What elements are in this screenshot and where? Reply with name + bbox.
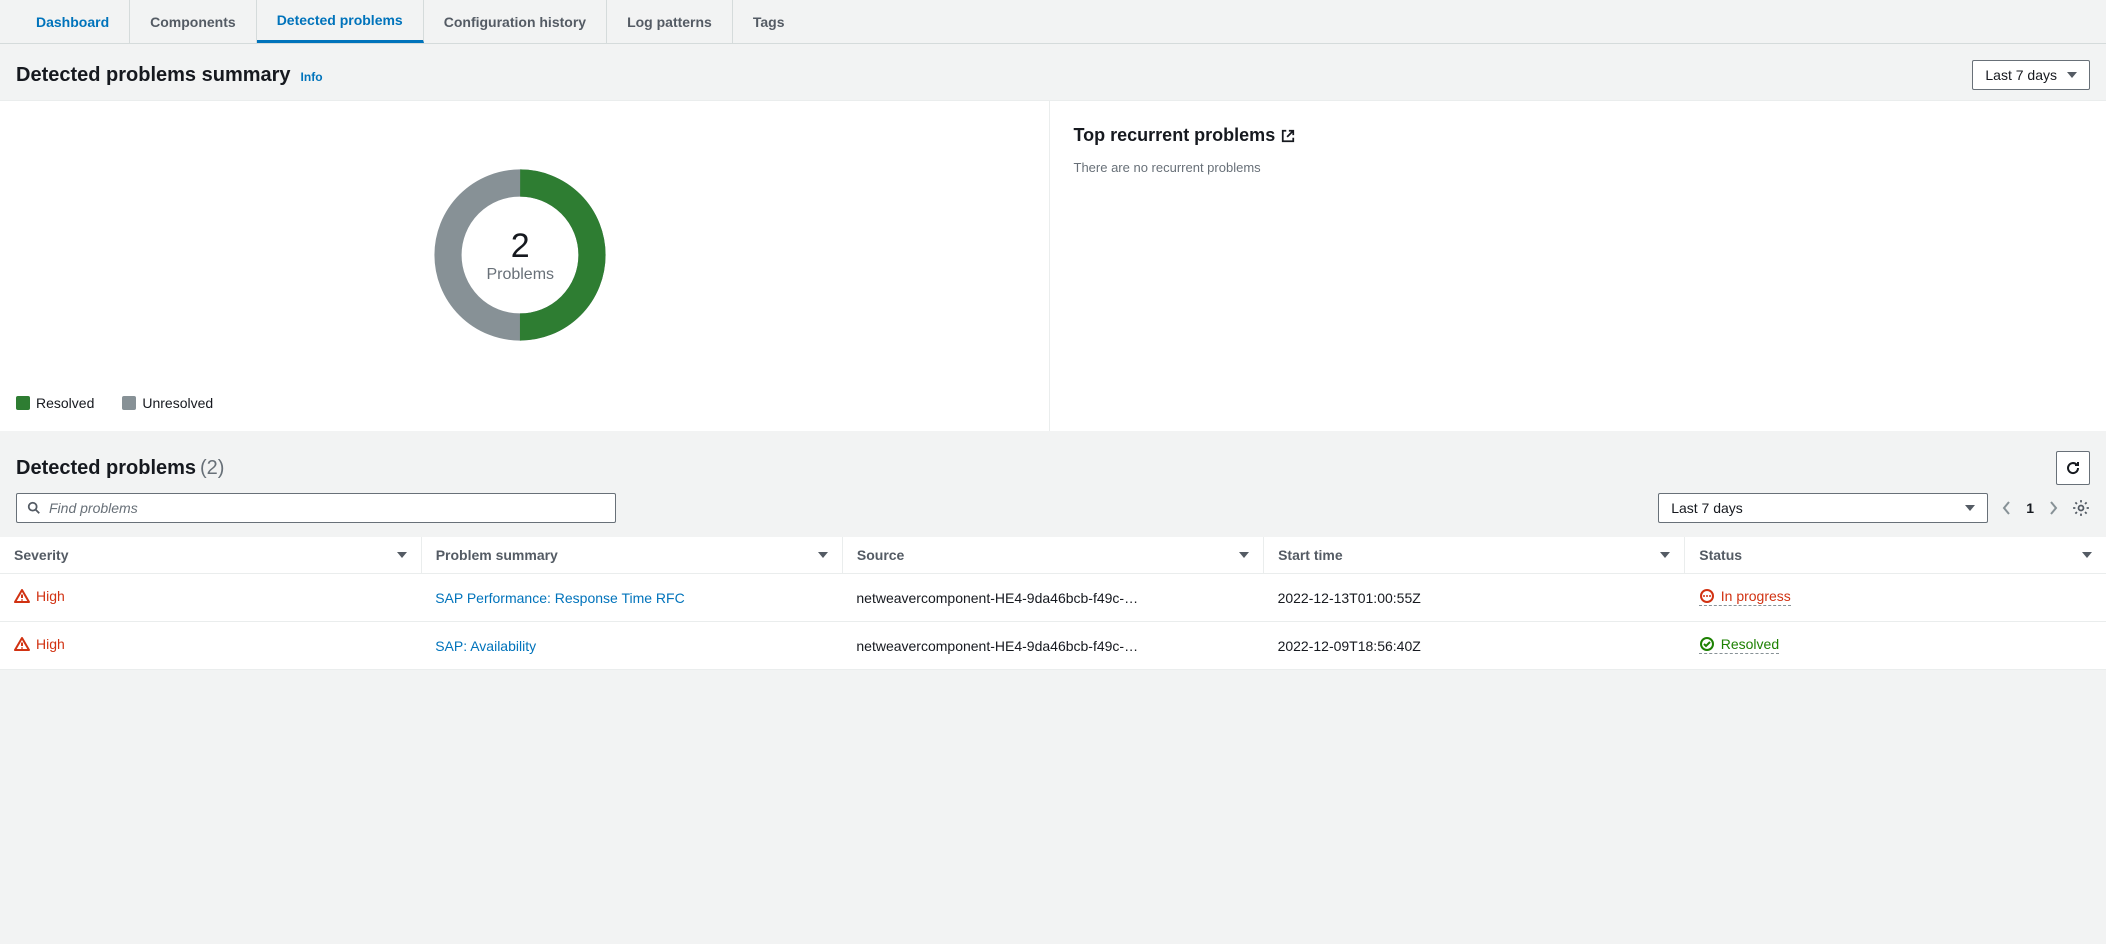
severity-cell: High — [14, 636, 65, 652]
search-icon — [27, 501, 41, 515]
col-severity[interactable]: Severity — [0, 537, 421, 574]
recurrent-panel: Top recurrent problems There are no recu… — [1049, 101, 2106, 431]
start-time-cell: 2022-12-09T18:56:40Z — [1264, 622, 1685, 670]
legend-unresolved: Unresolved — [122, 395, 213, 411]
sort-icon — [397, 552, 407, 558]
filter-time-range-dropdown[interactable]: Last 7 days — [1658, 493, 1988, 523]
problem-summary-link[interactable]: SAP: Availability — [435, 638, 536, 654]
summary-panel: 2 Problems Resolved Unresolved Top recur… — [0, 101, 2106, 431]
tab-components[interactable]: Components — [130, 0, 257, 43]
sort-icon — [2082, 552, 2092, 558]
col-source[interactable]: Source — [842, 537, 1263, 574]
summary-title: Detected problems summary — [16, 64, 291, 87]
col-start[interactable]: Start time — [1264, 537, 1685, 574]
severity-cell: High — [14, 588, 65, 604]
col-status-label: Status — [1699, 547, 1742, 563]
page-number: 1 — [2026, 500, 2034, 516]
col-status[interactable]: Status — [1685, 537, 2106, 574]
sort-icon — [818, 552, 828, 558]
recurrent-empty-text: There are no recurrent problems — [1074, 160, 2083, 175]
refresh-icon — [2065, 460, 2081, 476]
caret-down-icon — [2067, 72, 2077, 78]
summary-header: Detected problems summary Info Last 7 da… — [0, 44, 2106, 101]
table-row: High SAP Performance: Response Time RFC ne… — [0, 574, 2106, 622]
problems-count: (2) — [200, 457, 224, 479]
legend-unresolved-label: Unresolved — [142, 395, 213, 411]
problems-title: Detected problems — [16, 457, 196, 479]
legend-swatch-resolved — [16, 396, 30, 410]
donut-center: 2 Problems — [486, 227, 554, 284]
status-cell: Resolved — [1699, 636, 1779, 654]
legend-resolved-label: Resolved — [36, 395, 94, 411]
external-link-icon[interactable] — [1281, 129, 1295, 143]
warning-icon — [14, 636, 30, 652]
refresh-button[interactable] — [2056, 451, 2090, 485]
sort-icon — [1660, 552, 1670, 558]
tab-dashboard[interactable]: Dashboard — [16, 0, 130, 43]
chart-legend: Resolved Unresolved — [16, 385, 1025, 411]
resolved-icon — [1699, 636, 1715, 652]
problems-header: Detected problems (2) — [0, 431, 2106, 493]
in-progress-icon — [1699, 588, 1715, 604]
tab-log-patterns[interactable]: Log patterns — [607, 0, 733, 43]
next-page-button[interactable] — [2048, 500, 2058, 516]
prev-page-button[interactable] — [2002, 500, 2012, 516]
source-cell: netweavercomponent-HE4-9da46bcb-f49c-… — [842, 574, 1263, 622]
time-range-label: Last 7 days — [1985, 67, 2057, 83]
warning-icon — [14, 588, 30, 604]
legend-resolved: Resolved — [16, 395, 94, 411]
tab-detected-problems[interactable]: Detected problems — [257, 0, 424, 43]
filter-row: Last 7 days 1 — [0, 493, 2106, 537]
legend-swatch-unresolved — [122, 396, 136, 410]
donut-value: 2 — [486, 227, 554, 266]
caret-down-icon — [1965, 505, 1975, 511]
search-input[interactable] — [49, 500, 605, 516]
tabs-bar: Dashboard Components Detected problems C… — [0, 0, 2106, 44]
col-start-label: Start time — [1278, 547, 1343, 563]
status-cell: In progress — [1699, 588, 1791, 606]
tab-configuration-history[interactable]: Configuration history — [424, 0, 607, 43]
time-range-dropdown[interactable]: Last 7 days — [1972, 60, 2090, 90]
donut-label: Problems — [486, 266, 554, 284]
chart-area: 2 Problems Resolved Unresolved — [0, 101, 1049, 431]
col-source-label: Source — [857, 547, 904, 563]
filter-time-range-label: Last 7 days — [1671, 500, 1743, 516]
sort-icon — [1239, 552, 1249, 558]
source-cell: netweavercomponent-HE4-9da46bcb-f49c-… — [842, 622, 1263, 670]
settings-button[interactable] — [2072, 499, 2090, 517]
search-box[interactable] — [16, 493, 616, 523]
problem-summary-link[interactable]: SAP Performance: Response Time RFC — [435, 590, 685, 606]
col-summary-label: Problem summary — [436, 547, 558, 563]
table-row: High SAP: Availability netweavercomponent-… — [0, 622, 2106, 670]
start-time-cell: 2022-12-13T01:00:55Z — [1264, 574, 1685, 622]
col-summary[interactable]: Problem summary — [421, 537, 842, 574]
problems-table: Severity Problem summary Source Start ti… — [0, 537, 2106, 670]
col-severity-label: Severity — [14, 547, 68, 563]
pager: 1 — [2002, 500, 2058, 516]
tab-tags[interactable]: Tags — [733, 0, 805, 43]
recurrent-title: Top recurrent problems — [1074, 125, 1276, 146]
info-link[interactable]: Info — [301, 70, 323, 84]
